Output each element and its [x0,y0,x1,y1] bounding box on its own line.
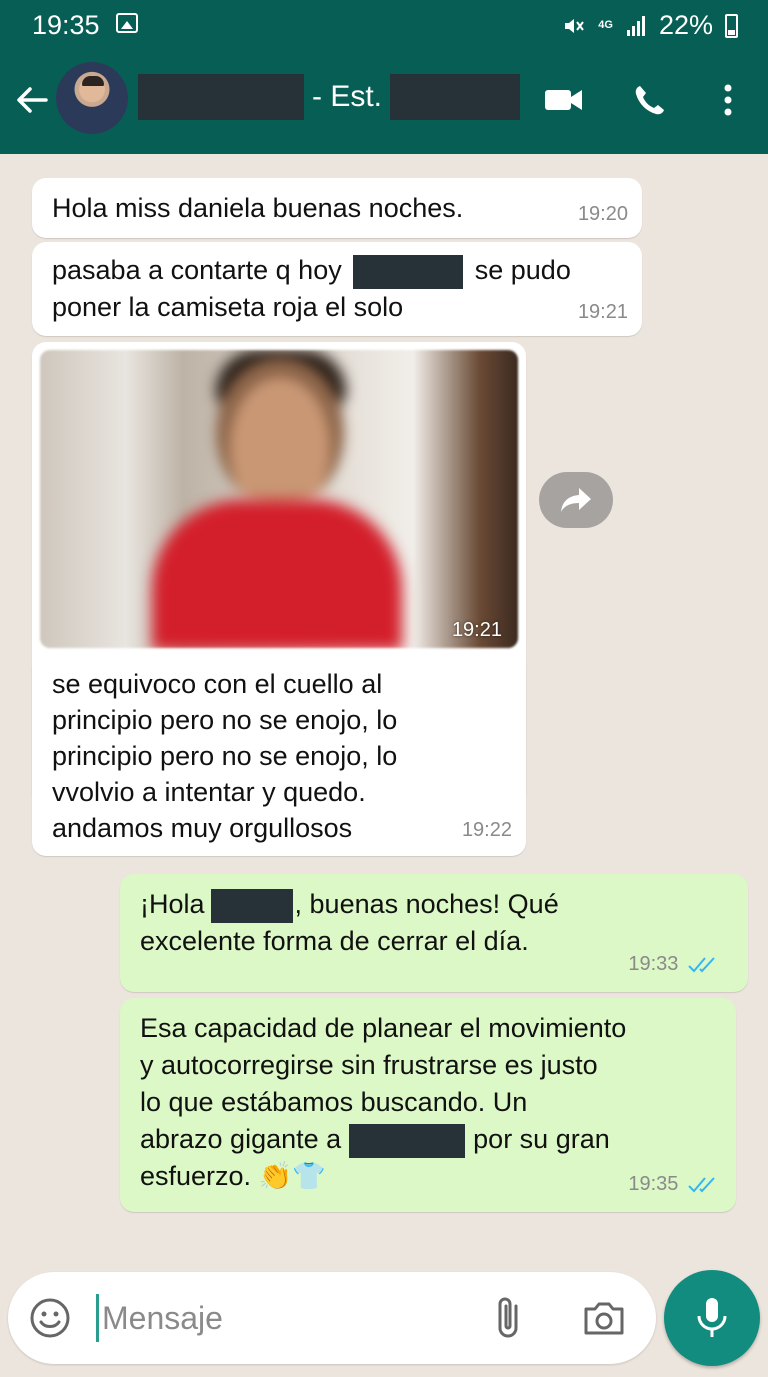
network-type: 4G [598,19,613,31]
message-time: 19:20 [577,203,628,225]
status-time: 19:35 [32,10,100,40]
redacted-name [349,1123,466,1158]
message-text: pasaba a contarte q hoy se pudo poner la… [52,254,571,322]
forward-button[interactable] [539,472,613,528]
message-meta: 19:35 [628,1166,718,1202]
message-meta: 19:33 [628,946,718,982]
attach-icon[interactable] [490,1294,530,1342]
message-bubble-incoming[interactable]: Hola miss daniela buenas noches. 19:20 [32,178,642,238]
message-bubble-outgoing[interactable]: Esa capacidad de planear el movimiento y… [120,998,736,1212]
back-arrow-icon[interactable] [12,80,52,120]
message-time: 19:21 [451,619,502,641]
read-ticks-icon [688,1177,715,1193]
signal-icon [626,15,645,36]
text-cursor [96,1294,99,1342]
forward-icon [561,488,591,512]
message-time: 19:22 [461,819,512,841]
redacted-name [353,254,464,289]
message-text: ¡Hola, buenas noches! Qué excelente form… [140,888,559,956]
microphone-icon [697,1298,727,1337]
voice-record-button[interactable] [664,1270,760,1366]
emoji-icon[interactable] [28,1296,72,1340]
status-indicators: 4G 22% [562,10,738,41]
message-text: Esa capacidad de planear el movimiento y… [140,1013,627,1191]
contact-avatar[interactable] [56,62,128,134]
message-time: 19:35 [628,1173,679,1195]
battery-percent: 22% [658,10,713,40]
message-text: Hola miss daniela buenas noches. [52,193,464,223]
message-bubble-outgoing[interactable]: ¡Hola, buenas noches! Qué excelente form… [120,874,748,992]
more-options-icon[interactable] [706,80,750,120]
chat-title[interactable]: - Est. [138,74,521,120]
video-call-icon[interactable] [542,80,586,120]
redacted-name [390,74,521,120]
read-ticks-icon [688,957,715,973]
battery-icon [725,13,738,38]
message-bubble-incoming[interactable]: pasaba a contarte q hoy se pudo poner la… [32,242,642,336]
status-bar: 19:35 4G 22% [0,0,768,50]
gallery-notification-icon [116,13,138,33]
message-time: 19:21 [577,301,628,323]
redacted-name [210,888,293,923]
message-bubble-incoming[interactable]: se equivoco con el cuello al principio p… [32,654,526,856]
message-input[interactable] [102,1292,482,1344]
message-text: se equivoco con el cuello al principio p… [52,669,398,843]
chat-header: - Est. [0,50,768,154]
message-composer [8,1272,656,1364]
chat-area[interactable]: Hola miss daniela buenas noches. 19:20 p… [0,154,768,1377]
message-time: 19:33 [628,953,679,975]
camera-icon[interactable] [582,1296,626,1340]
mute-icon [565,18,585,33]
redacted-name [138,74,304,120]
voice-call-icon[interactable] [630,80,674,120]
title-separator: - Est. [312,80,383,113]
chat-photo[interactable]: 19:21 [40,350,518,648]
